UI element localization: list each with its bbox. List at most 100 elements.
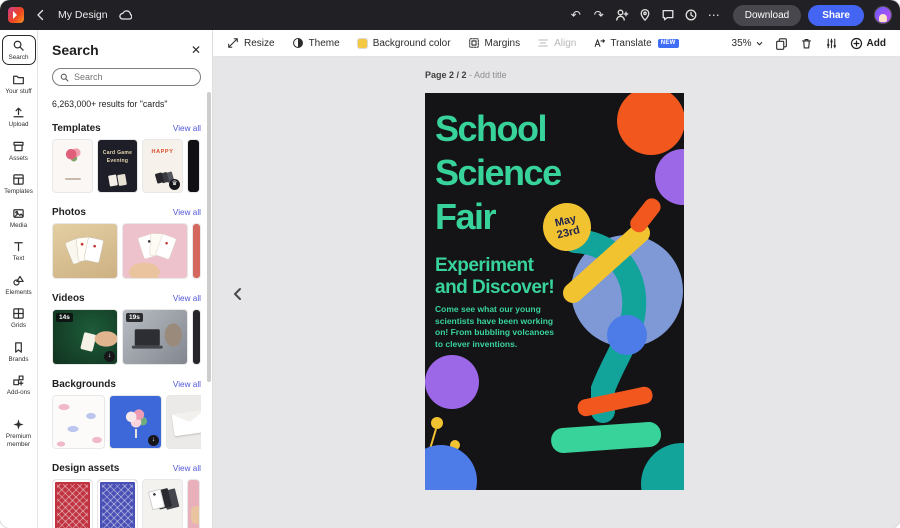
thumb-text: Card Game: [98, 150, 137, 158]
adobe-express-app: My Design ↶ ↷ ⋯ Download Share: [0, 0, 900, 528]
sidebar-label: Grids: [11, 322, 26, 330]
more-options-button[interactable]: ⋯: [704, 4, 724, 26]
sidebar-item-add-ons[interactable]: Add-ons: [2, 370, 36, 400]
clock-icon: [684, 8, 698, 22]
design-asset-thumb[interactable]: [97, 479, 138, 528]
sidebar-item-elements[interactable]: Elements: [2, 270, 36, 300]
poster-heading[interactable]: School Science Fair: [435, 107, 561, 239]
sidebar-label: Elements: [5, 289, 31, 297]
poster-subheading[interactable]: Experiment and Discover!: [435, 255, 554, 299]
sidebar-item-grids[interactable]: Grids: [2, 303, 36, 333]
redo-button[interactable]: ↷: [589, 4, 609, 26]
sidebar-label: Your stuff: [5, 88, 31, 96]
toolbar-right: 35% Add: [732, 37, 886, 50]
flower-art: [64, 147, 82, 163]
view-all-videos-link[interactable]: View all: [173, 294, 201, 303]
panel-title: Search: [52, 42, 99, 58]
close-panel-button[interactable]: ✕: [191, 44, 201, 56]
sidebar-label: Templates: [4, 188, 33, 196]
background-thumb[interactable]: [166, 395, 201, 449]
delete-page-button[interactable]: [800, 37, 813, 50]
design-page[interactable]: School Science Fair May 23rd Experiment …: [425, 93, 684, 490]
history-button[interactable]: [681, 4, 701, 26]
video-thumb[interactable]: 14s ↓: [52, 309, 118, 365]
comment-button[interactable]: [658, 4, 678, 26]
comment-icon: [661, 8, 675, 22]
sidebar-item-search[interactable]: Search: [2, 35, 36, 65]
page-indicator: Page 2 / 2 - Add title: [425, 70, 507, 80]
template-thumb[interactable]: Card Game Evening: [97, 139, 138, 193]
media-image-icon: [12, 207, 25, 220]
sliders-icon: [825, 37, 838, 50]
add-title-link[interactable]: - Add title: [469, 70, 507, 80]
sidebar-item-upload[interactable]: Upload: [2, 102, 36, 132]
download-button[interactable]: Download: [733, 5, 801, 26]
canvas-area: Page 2 / 2 - Add title: [213, 57, 900, 528]
template-thumb[interactable]: [187, 139, 200, 193]
sidebar-item-text[interactable]: Text: [2, 236, 36, 266]
left-sidebar: Search Your stuff Upload Assets Template…: [0, 30, 38, 528]
theme-button[interactable]: Theme: [292, 37, 340, 49]
search-field[interactable]: [52, 68, 201, 86]
background-color-button[interactable]: Background color: [357, 38, 451, 49]
sidebar-item-your-stuff[interactable]: Your stuff: [2, 69, 36, 99]
zoom-control[interactable]: 35%: [732, 38, 763, 49]
sidebar-item-brands[interactable]: Brands: [2, 337, 36, 367]
video-thumb[interactable]: 19s: [122, 309, 188, 365]
poster-body-text[interactable]: Come see what our young scientists have …: [435, 304, 555, 350]
previous-page-button[interactable]: [227, 283, 249, 305]
view-all-backgrounds-link[interactable]: View all: [173, 380, 201, 389]
view-all-photos-link[interactable]: View all: [173, 208, 201, 217]
sidebar-item-media[interactable]: Media: [2, 203, 36, 233]
design-assets-row: ♠: [52, 479, 201, 528]
timeline-button[interactable]: [825, 37, 838, 50]
margins-button[interactable]: Margins: [468, 37, 521, 49]
app-logo-icon[interactable]: [8, 7, 24, 23]
more-icon: ⋯: [708, 8, 720, 22]
photo-thumb[interactable]: [122, 223, 188, 279]
sidebar-label: Upload: [9, 121, 29, 129]
purple-circle-shape[interactable]: [425, 355, 479, 409]
pages-icon: [775, 37, 788, 50]
photo-thumb[interactable]: [52, 223, 118, 279]
background-thumb[interactable]: [52, 395, 105, 449]
user-avatar[interactable]: [874, 6, 892, 24]
margins-icon: [468, 37, 480, 49]
back-button[interactable]: [31, 4, 51, 26]
bouquet-art: [124, 408, 148, 430]
section-title-photos: Photos: [52, 207, 86, 218]
design-asset-thumb[interactable]: [187, 479, 200, 528]
cards-art: [155, 172, 164, 184]
panel-scrollbar[interactable]: [207, 92, 211, 382]
view-all-design-assets-link[interactable]: View all: [173, 464, 201, 473]
sidebar-item-premium[interactable]: Premium member: [2, 414, 36, 451]
share-button[interactable]: Share: [808, 5, 864, 26]
template-thumb[interactable]: HAPPY ♛: [142, 139, 183, 193]
view-all-templates-link[interactable]: View all: [173, 124, 201, 133]
align-button[interactable]: Align: [537, 37, 576, 49]
add-page-button[interactable]: Add: [850, 37, 886, 50]
undo-button[interactable]: ↶: [566, 4, 586, 26]
video-thumb[interactable]: [192, 309, 201, 365]
design-asset-thumb[interactable]: [52, 479, 93, 528]
pin-button[interactable]: [635, 4, 655, 26]
results-count: 6,263,000+ results for "cards": [52, 99, 201, 109]
design-asset-thumb[interactable]: ♠: [142, 479, 183, 528]
search-input[interactable]: [74, 72, 193, 82]
sidebar-item-templates[interactable]: Templates: [2, 169, 36, 199]
background-thumb[interactable]: ↓: [109, 395, 162, 449]
templates-row: Card Game Evening HAPPY ♛: [52, 139, 201, 193]
section-title-templates: Templates: [52, 123, 101, 134]
cards-art: [108, 174, 118, 186]
template-thumb[interactable]: [52, 139, 93, 193]
translate-icon: [593, 37, 605, 49]
sidebar-label: Brands: [9, 356, 29, 364]
document-title[interactable]: My Design: [58, 9, 108, 21]
download-icon: ↓: [148, 435, 159, 446]
photo-thumb[interactable]: [192, 223, 201, 279]
translate-button[interactable]: Translate NEW: [593, 37, 678, 49]
sidebar-item-assets[interactable]: Assets: [2, 136, 36, 166]
invite-people-button[interactable]: [612, 4, 632, 26]
resize-button[interactable]: Resize: [227, 37, 275, 49]
duplicate-page-button[interactable]: [775, 37, 788, 50]
